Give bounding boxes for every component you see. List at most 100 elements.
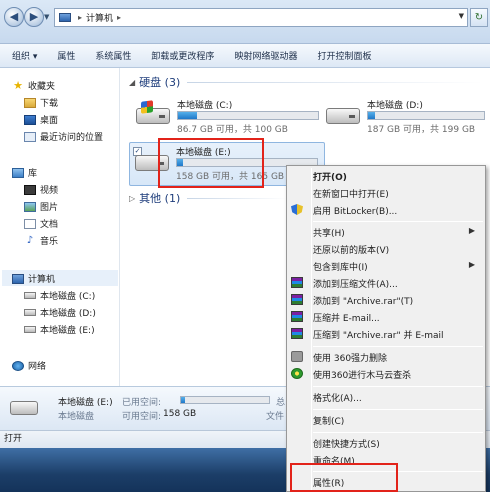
group-divider (187, 198, 287, 199)
sidebar-item-recent[interactable]: 最近访问的位置 (24, 129, 103, 144)
drive-capacity: 158 GB 可用，共 165 GB (176, 172, 285, 182)
menu-label: 压缩到 "Archive.rar" 并 E-mail (313, 331, 444, 341)
details-used-label: 已用空间: (122, 398, 162, 408)
breadcrumb-chevron-icon[interactable]: ▸ (78, 13, 82, 22)
menu-item-rename[interactable]: 重命名(M) (289, 452, 483, 467)
menu-item-bitlocker[interactable]: 启用 BitLocker(B)... (289, 202, 483, 217)
sidebar-item-computer[interactable]: 计算机 (12, 271, 55, 286)
details-drive-name: 本地磁盘 (E:) (58, 398, 113, 408)
sidebar-item-downloads[interactable]: 下载 (24, 95, 58, 110)
drive-icon (24, 292, 36, 299)
menu-item-restore[interactable]: 还原以前的版本(V) (289, 241, 483, 256)
video-icon (24, 184, 36, 195)
refresh-button[interactable]: ↻ (470, 8, 488, 27)
sidebar-item-label: 本地磁盘 (E:) (40, 326, 95, 336)
recent-pages-dropdown[interactable]: ▼ (44, 13, 49, 21)
menu-item-share[interactable]: 共享(H) ▶ (289, 224, 483, 239)
menu-label: 打开(O) (313, 173, 347, 183)
expand-triangle-icon[interactable]: ▷ (129, 194, 135, 203)
back-button[interactable]: ◀ (4, 7, 24, 27)
antivirus-icon (291, 368, 303, 379)
menu-label: 格式化(A)... (313, 394, 362, 404)
sidebar-item-network[interactable]: 网络 (12, 358, 46, 373)
recent-places-icon (24, 131, 36, 142)
network-icon (12, 360, 24, 371)
star-icon: ★ (13, 78, 23, 92)
group-title: 其他 (1) (139, 192, 181, 205)
address-bar: ◀ ▶ ▼ ▸ 计算机 ▸ ▼ ↻ (0, 0, 490, 44)
breadcrumb-chevron-icon[interactable]: ▸ (117, 13, 121, 22)
details-capacity-bar (180, 396, 270, 404)
pictures-icon (24, 201, 36, 212)
menu-item-properties[interactable]: 属性(R) (289, 474, 483, 489)
sidebar-item-drive-d[interactable]: 本地磁盘 (D:) (24, 305, 96, 320)
menu-item-include-library[interactable]: 包含到库中(I) ▶ (289, 258, 483, 273)
drive-tile-c[interactable]: 本地磁盘 (C:) 86.7 GB 可用，共 100 GB (131, 96, 327, 140)
menu-item-add-archive-rar[interactable]: 添加到 "Archive.rar"(T) (289, 292, 483, 307)
drive-tile-d[interactable]: 本地磁盘 (D:) 187 GB 可用，共 199 GB (321, 96, 489, 140)
organize-button[interactable]: 组织 ▾ (12, 49, 37, 62)
sidebar-item-drive-e[interactable]: 本地磁盘 (E:) (24, 322, 95, 337)
drive-icon (24, 309, 36, 316)
shredder-icon (291, 351, 303, 362)
menu-item-create-shortcut[interactable]: 创建快捷方式(S) (289, 435, 483, 450)
control-panel-button[interactable]: 打开控制面板 (317, 49, 371, 62)
menu-item-copy[interactable]: 复制(C) (289, 412, 483, 427)
winrar-icon (291, 311, 303, 322)
menu-item-open-new-window[interactable]: 在新窗口中打开(E) (289, 185, 483, 200)
sidebar-item-label: 本地磁盘 (D:) (40, 309, 96, 319)
menu-separator (313, 346, 483, 347)
sidebar-item-drive-c[interactable]: 本地磁盘 (C:) (24, 288, 95, 303)
sidebar-item-label: 音乐 (40, 237, 59, 247)
sidebar-item-music[interactable]: ♪ 音乐 (24, 233, 58, 248)
status-text: 打开 (4, 434, 23, 444)
address-dropdown-icon[interactable]: ▼ (459, 12, 464, 20)
winrar-icon (291, 277, 303, 288)
map-drive-button[interactable]: 映射网络驱动器 (234, 49, 297, 62)
forward-button[interactable]: ▶ (24, 7, 44, 27)
menu-item-360-scan[interactable]: 使用360进行木马云查杀 (289, 366, 483, 381)
sidebar-item-libraries[interactable]: 库 (12, 165, 37, 180)
libraries-icon (12, 167, 24, 178)
drive-icon (326, 108, 360, 124)
sidebar-item-label: 收藏夹 (28, 82, 56, 92)
menu-item-compress-email[interactable]: 压缩并 E-mail... (289, 309, 483, 324)
sidebar-item-label: 下载 (40, 99, 59, 109)
menu-item-format[interactable]: 格式化(A)... (289, 389, 483, 404)
menu-label: 创建快捷方式(S) (313, 440, 380, 450)
sidebar-item-desktop[interactable]: 桌面 (24, 112, 58, 127)
group-header-other[interactable]: ▷ 其他 (1) (129, 190, 180, 206)
menu-label: 共享(H) (313, 229, 345, 239)
collapse-triangle-icon[interactable]: ◢ (129, 78, 135, 87)
menu-item-open[interactable]: 打开(O) (289, 168, 483, 183)
system-properties-button[interactable]: 系统属性 (95, 49, 131, 62)
properties-button[interactable]: 属性 (57, 49, 75, 62)
group-header-hard-disks[interactable]: ◢ 硬盘 (3) (129, 74, 180, 90)
menu-label: 属性(R) (313, 479, 345, 489)
menu-label: 压缩并 E-mail... (313, 314, 380, 324)
sidebar-item-label: 视频 (40, 186, 59, 196)
drive-name: 本地磁盘 (C:) (177, 101, 233, 111)
menu-label: 启用 BitLocker(B)... (313, 207, 398, 217)
address-box[interactable]: ▸ 计算机 ▸ ▼ (54, 8, 468, 27)
sidebar-item-favorites[interactable]: ★ 收藏夹 (12, 78, 55, 93)
drive-capacity: 86.7 GB 可用，共 100 GB (177, 125, 288, 135)
breadcrumb-computer[interactable]: 计算机 (86, 11, 113, 24)
sidebar-item-documents[interactable]: 文档 (24, 216, 58, 231)
drive-icon (10, 401, 38, 415)
windows-drive-icon (136, 100, 170, 124)
shield-icon (291, 204, 303, 215)
menu-item-360-delete[interactable]: 使用 360强力删除 (289, 349, 483, 364)
details-free-label: 可用空间: (122, 412, 162, 422)
sidebar-item-video[interactable]: 视频 (24, 182, 58, 197)
menu-separator (313, 471, 483, 472)
menu-item-compress-rar-email[interactable]: 压缩到 "Archive.rar" 并 E-mail (289, 326, 483, 341)
menu-label: 使用 360强力删除 (313, 354, 388, 364)
music-icon: ♪ (26, 234, 34, 246)
menu-item-add-archive[interactable]: 添加到压缩文件(A)... (289, 275, 483, 290)
menu-label: 包含到库中(I) (313, 263, 368, 273)
sidebar-item-pictures[interactable]: 图片 (24, 199, 58, 214)
winrar-icon (291, 328, 303, 339)
uninstall-button[interactable]: 卸载或更改程序 (151, 49, 214, 62)
menu-label: 复制(C) (313, 417, 345, 427)
